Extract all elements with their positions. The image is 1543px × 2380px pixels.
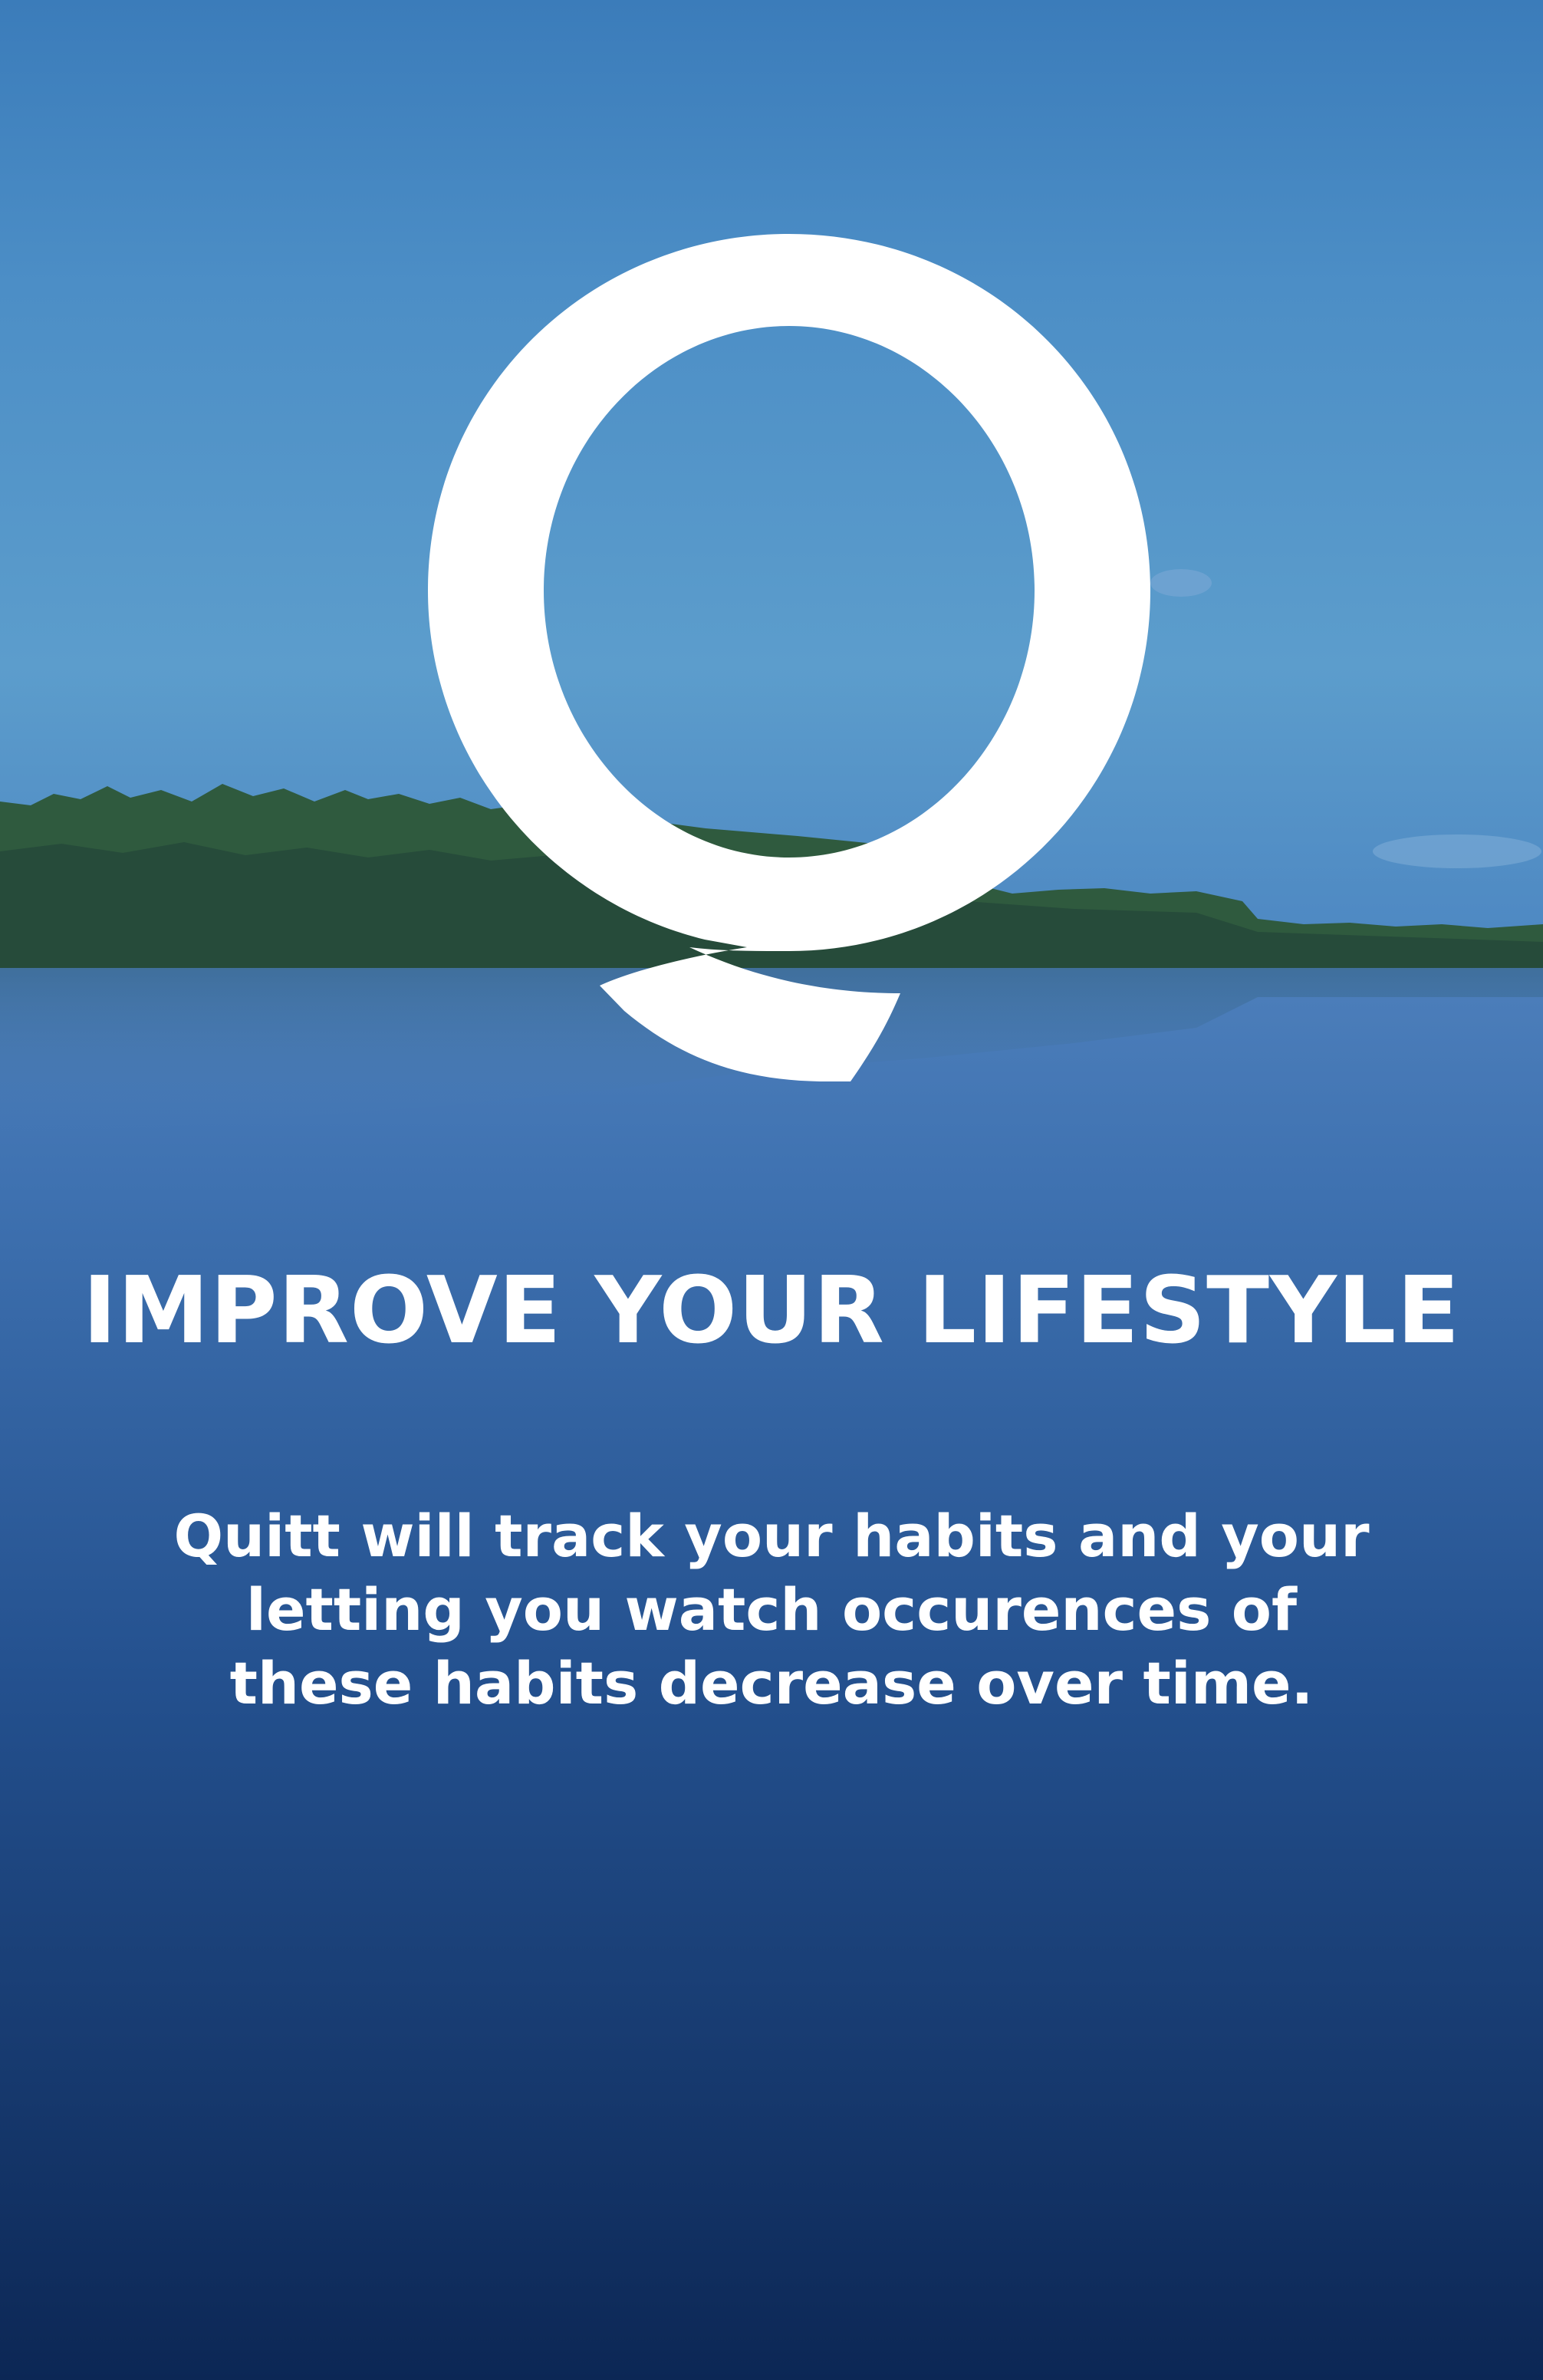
description-line: Quitt will track your habits and your <box>173 1502 1370 1570</box>
description-line: these habits decrease over time. <box>229 1649 1314 1717</box>
quitt-q-logo-icon <box>428 234 1150 1081</box>
headline: IMPROVE YOUR LIFESTYLE <box>82 1258 1461 1364</box>
onboarding-screen: IMPROVE YOUR LIFESTYLE Quitt will track … <box>0 0 1543 2380</box>
description: Quitt will track your habits and your le… <box>123 1499 1420 1720</box>
description-line: letting you watch occurences of <box>245 1575 1298 1644</box>
